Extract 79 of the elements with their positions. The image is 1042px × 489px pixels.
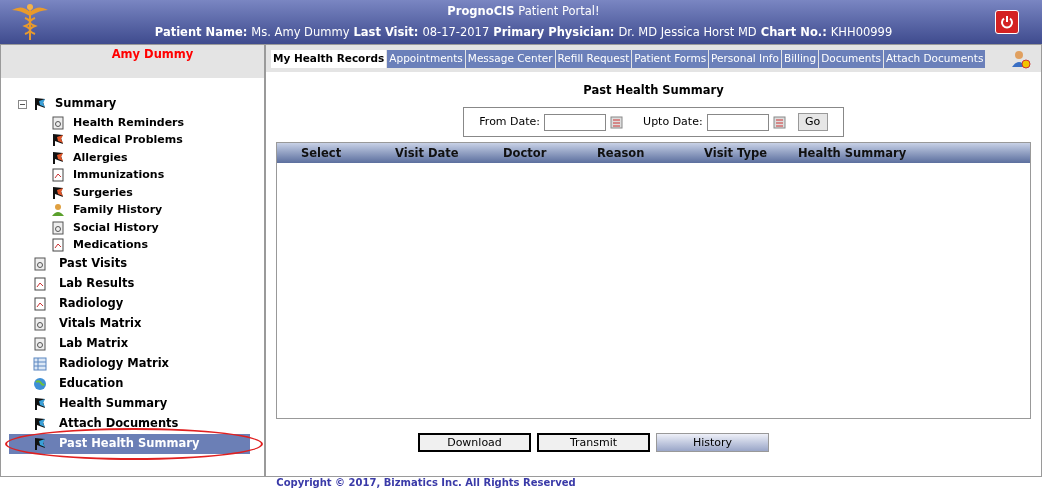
tab[interactable]: My Health Records <box>271 49 387 68</box>
document-icon <box>51 238 65 253</box>
document-icon <box>33 337 47 351</box>
tab[interactable]: Patient Forms <box>632 49 709 68</box>
flag-icon <box>51 133 65 148</box>
sidebar-item[interactable]: Education <box>1 374 264 394</box>
power-icon <box>1000 15 1014 29</box>
people-icon <box>51 203 65 218</box>
date-input[interactable] <box>544 113 607 131</box>
sidebar-item[interactable]: Health Summary <box>1 394 264 414</box>
document-icon <box>51 168 65 183</box>
copyright-text: Copyright © 2017, Bizmatics Inc. All Rights Reserved <box>276 477 576 489</box>
sidebar-item[interactable]: Attach Documents <box>1 414 264 434</box>
tab[interactable]: Attach Documents <box>884 49 986 68</box>
sidebar-item[interactable]: Vitals Matrix <box>1 314 264 334</box>
document-icon <box>33 297 47 311</box>
calendar-icon[interactable] <box>610 115 624 129</box>
flag-icon <box>33 97 47 111</box>
grid-icon <box>33 357 47 371</box>
column-header: Select <box>300 144 343 162</box>
calendar-icon[interactable] <box>772 115 786 129</box>
action-button[interactable]: History <box>656 433 769 453</box>
tab[interactable]: Billing <box>781 49 819 68</box>
sidebar-item[interactable]: Radiology <box>1 294 264 314</box>
column-header: Reason <box>597 144 646 162</box>
date-label: From Date: <box>479 114 541 130</box>
tab[interactable]: Refill Request <box>555 49 632 68</box>
flag-icon <box>33 397 47 411</box>
section-title: Past Health Summary <box>583 82 724 99</box>
go-button[interactable]: Go <box>797 113 828 132</box>
action-button[interactable]: Transmit <box>537 433 650 453</box>
date-label: Upto Date: <box>643 114 703 130</box>
document-icon <box>33 317 47 331</box>
column-header: Visit Type <box>704 144 768 162</box>
document-icon <box>51 220 65 235</box>
sidebar-item[interactable]: Medications <box>1 236 264 254</box>
tab[interactable]: Personal Info <box>709 49 781 68</box>
column-header: Visit Date <box>395 144 460 162</box>
sidebar-item[interactable]: Lab Matrix <box>1 334 264 354</box>
column-header: Doctor <box>503 144 548 162</box>
field-value: KHH00999 <box>830 23 893 41</box>
tab[interactable]: Message Center <box>465 49 555 68</box>
flag-icon <box>33 417 47 431</box>
patient-name: Amy Dummy <box>111 46 194 63</box>
flag-icon <box>51 185 65 200</box>
sidebar-item[interactable]: Health Reminders <box>1 114 264 132</box>
flag-icon <box>51 150 65 165</box>
document-icon <box>33 277 47 291</box>
sidebar-item[interactable]: Allergies <box>1 149 264 167</box>
sidebar-item[interactable]: Surgeries <box>1 184 264 202</box>
sidebar-item[interactable]: Immunizations <box>1 166 264 184</box>
column-header: Health Summary <box>798 144 907 162</box>
sidebar-item[interactable]: Summary <box>33 95 117 113</box>
field-value: Dr. MD Jessica Horst MD <box>618 23 757 41</box>
field-label: Last Visit: <box>353 23 419 41</box>
action-button[interactable]: Download <box>418 433 531 453</box>
tab[interactable]: Appointments <box>387 49 465 68</box>
sidebar-item[interactable]: Family History <box>1 201 264 219</box>
sidebar-item[interactable]: Past Visits <box>1 254 264 274</box>
globe-icon <box>33 377 47 391</box>
field-label: Primary Physician: <box>493 23 615 41</box>
field-label: Chart No.: <box>760 23 827 41</box>
date-input[interactable] <box>706 113 769 131</box>
sidebar-item[interactable]: Social History <box>1 219 264 237</box>
sidebar-item[interactable]: Radiology Matrix <box>1 354 264 374</box>
document-icon <box>51 115 65 130</box>
field-label: Patient Name: <box>154 23 248 41</box>
portal-title: PrognoCIS Patient Portal! <box>447 3 600 21</box>
tab[interactable]: Documents <box>819 49 884 68</box>
collapse-toggle[interactable] <box>18 99 27 109</box>
user-settings-icon[interactable] <box>1011 48 1031 69</box>
sidebar-item[interactable]: Medical Problems <box>1 131 264 149</box>
document-icon <box>33 257 47 271</box>
field-value: 08-17-2017 <box>422 23 490 41</box>
sidebar-item[interactable]: Past Health Summary <box>9 434 250 454</box>
sidebar-item[interactable]: Lab Results <box>1 274 264 294</box>
flag-icon <box>33 437 47 451</box>
power-button[interactable] <box>995 10 1019 34</box>
field-value: Ms. Amy Dummy <box>251 23 350 41</box>
